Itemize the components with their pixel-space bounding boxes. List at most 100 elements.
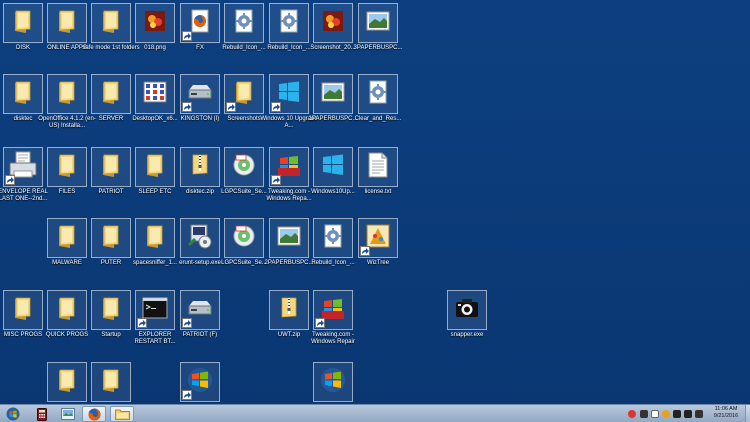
desktop-icon-frame xyxy=(447,290,487,330)
shortcut-arrow-icon xyxy=(228,104,235,110)
folder-icon xyxy=(100,368,122,397)
desktop-icon-frame xyxy=(180,74,220,114)
desktop-icon[interactable]: Clear_and_Res... xyxy=(355,74,401,123)
desktop-icon[interactable]: Windows10Up... xyxy=(311,147,355,196)
desktop-icon-frame xyxy=(91,218,131,258)
desktop-icon-frame xyxy=(135,74,175,114)
desktop-icon[interactable]: snapper.exe xyxy=(447,290,487,339)
desktop-icon[interactable] xyxy=(47,362,87,402)
desktop-icon[interactable]: LGPCSuite_Se... xyxy=(221,218,267,267)
desktop-icon[interactable]: Rebuild_Icon_... xyxy=(222,3,266,52)
desktop-icon[interactable]: MALWARE xyxy=(47,218,87,267)
desktop-icon-frame xyxy=(135,218,175,258)
desktop-icon[interactable]: SERVER xyxy=(91,74,131,123)
desktop-icon-frame xyxy=(135,290,175,330)
desktop-icon[interactable]: ENVELOPE REAL LAST ONE--2nd... xyxy=(0,147,48,203)
desktop-icon-frame xyxy=(47,290,87,330)
desktop-icon-label: license.txt xyxy=(364,189,392,195)
image-icon xyxy=(144,10,166,37)
network-icon[interactable] xyxy=(673,410,681,418)
desktop-icon[interactable] xyxy=(313,362,353,402)
taskbar-firefox-button[interactable] xyxy=(82,406,106,422)
image-viewer-icon xyxy=(61,408,75,420)
desktop-icon[interactable]: Rebuild_Icon_... xyxy=(267,3,311,52)
desktop-icon[interactable]: DISK xyxy=(3,3,43,52)
desktop-icon[interactable]: erunt-setup.exe xyxy=(179,218,221,267)
shortcut-arrow-icon xyxy=(273,104,280,110)
desktop-icon-frame xyxy=(313,290,353,330)
taskbar-image-viewer-button[interactable] xyxy=(56,406,80,422)
desktop-icon[interactable]: LGPCSuite_Se... xyxy=(221,147,267,196)
installer-icon xyxy=(187,223,213,254)
desktop-icon-frame xyxy=(313,362,353,402)
desktop-icon[interactable]: disktec.zip xyxy=(180,147,220,196)
desktop-icon[interactable]: disktec xyxy=(3,74,43,123)
desktop-icon[interactable] xyxy=(91,362,131,402)
battery-icon[interactable] xyxy=(684,410,692,418)
desktop-icon[interactable]: SLEEP ETC xyxy=(135,147,175,196)
desktop-icon[interactable]: Startup xyxy=(91,290,131,339)
desktop-icon-frame xyxy=(47,218,87,258)
folder-icon xyxy=(56,80,78,109)
desktop-icon[interactable]: FX xyxy=(180,3,220,52)
folder-icon xyxy=(233,80,255,109)
desktop-icon[interactable]: PATRIOT (F) xyxy=(180,290,220,339)
desktop-icon-frame xyxy=(313,3,353,43)
desktop-icon[interactable]: UWT.zip xyxy=(269,290,309,339)
desktop-icon[interactable]: MISC PROGS xyxy=(3,290,43,339)
desktop-icon[interactable]: OpenOffice 4.1.2 (en-US) Installa... xyxy=(38,74,96,130)
folder-icon xyxy=(12,80,34,109)
tray-alert-icon[interactable] xyxy=(628,410,636,418)
desktop-icon[interactable]: Windows 10 Upgrade A... xyxy=(260,74,318,130)
desktop-icon-label: 3PAPERBUSPC... xyxy=(353,45,403,51)
desktop-icon[interactable]: PUTER xyxy=(91,218,131,267)
desktop-icon[interactable]: DesktopOK_x6... xyxy=(132,74,178,123)
desktop-icon-frame xyxy=(3,290,43,330)
windows7-icon xyxy=(319,366,347,399)
desktop-icon[interactable]: Rebuild_Icon_... xyxy=(311,218,355,267)
desktop-icon[interactable]: Screenshots xyxy=(224,74,264,123)
desktop-icon[interactable]: Tweaking.com - Windows Repair xyxy=(311,290,355,346)
clock-time: 11:06 AM xyxy=(714,406,738,412)
desktop-icon[interactable]: WizTree xyxy=(358,218,398,267)
desktop-icon-frame xyxy=(313,218,353,258)
desktop-icon-frame xyxy=(358,3,398,43)
tray-flag-icon[interactable] xyxy=(651,410,659,418)
desktop-icon-frame xyxy=(91,147,131,187)
desktop-icon[interactable]: 3PAPERBUSPC... xyxy=(354,3,402,52)
taskbar-clock[interactable]: 11:06 AM 9/21/2016 xyxy=(710,406,742,420)
taskbar-calculator-button[interactable] xyxy=(30,406,54,422)
shortcut-arrow-icon xyxy=(7,177,14,183)
tray-update-icon[interactable] xyxy=(662,410,670,418)
taskbar-explorer-button[interactable] xyxy=(110,406,134,422)
shortcut-arrow-icon xyxy=(362,248,369,254)
shortcut-overlay xyxy=(5,175,15,185)
desktop-icon[interactable]: EXPLORER RESTART BT... xyxy=(134,290,176,346)
desktop-icon[interactable]: QUICK PROGS xyxy=(46,290,88,339)
volume-icon[interactable] xyxy=(695,410,703,418)
show-desktop-button[interactable] xyxy=(745,405,750,422)
desktop-icon[interactable]: Screenshot_20... xyxy=(310,3,356,52)
desktop-icon[interactable]: Tweaking.com - Windows Repa... xyxy=(266,147,312,203)
desktop-icon[interactable]: ONLINE APPS xyxy=(47,3,87,52)
shortcut-overlay xyxy=(226,102,236,112)
desktop-icon[interactable]: 2PAPERBUSPC... xyxy=(265,218,313,267)
gear-document-icon xyxy=(367,80,389,109)
desktop-icon[interactable]: PATRIOT xyxy=(91,147,131,196)
tray-app-icon[interactable] xyxy=(640,410,648,418)
desktop-icon[interactable]: FILES xyxy=(47,147,87,196)
desktop-icon-frame xyxy=(91,74,131,114)
shortcut-overlay xyxy=(182,390,192,400)
text-document-icon xyxy=(367,152,389,183)
shortcut-arrow-icon xyxy=(139,320,146,326)
desktop-icon[interactable]: license.txt xyxy=(358,147,398,196)
landscape-image-icon xyxy=(277,226,301,251)
desktop-icon[interactable]: KINGSTON (I) xyxy=(180,74,220,123)
desktop-icon[interactable]: 018.png xyxy=(135,3,175,52)
desktop-icon[interactable] xyxy=(180,362,220,402)
desktop-icon[interactable]: 1PAPERBUSPC... xyxy=(309,74,357,123)
explorer-icon xyxy=(114,409,130,420)
start-button[interactable] xyxy=(2,406,24,422)
desktop-icon[interactable]: spacesniffer_1... xyxy=(133,218,177,267)
desktop-icon[interactable]: safe mode 1st folders xyxy=(82,3,140,52)
